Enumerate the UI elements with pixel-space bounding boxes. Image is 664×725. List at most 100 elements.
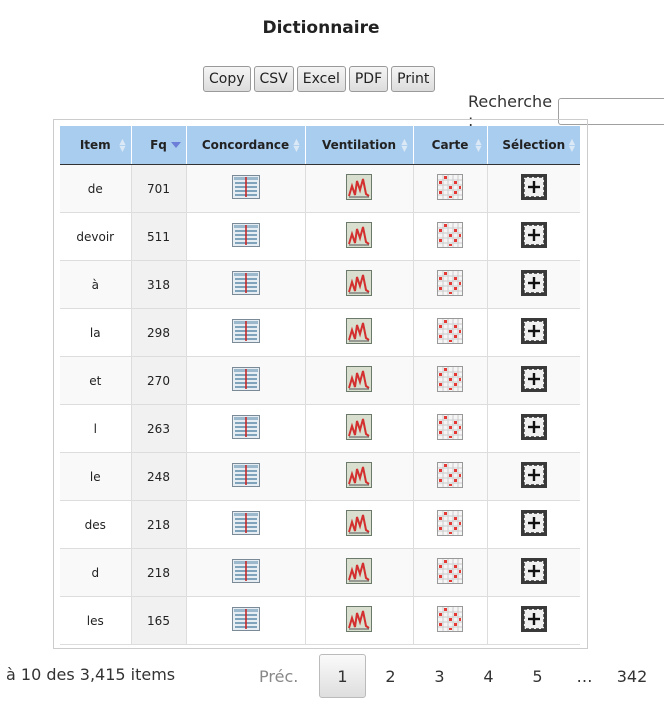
ventilation-icon[interactable]: [346, 414, 372, 443]
page-last-button[interactable]: 342: [607, 654, 657, 698]
concordance-cell: [186, 260, 306, 309]
sort-both-icon: ▲ ▼: [568, 137, 575, 153]
carte-cell: [413, 164, 488, 213]
concordance-icon[interactable]: [231, 463, 260, 490]
carte-cell: [413, 404, 488, 453]
previous-page-button[interactable]: Préc.: [259, 654, 319, 698]
frequency-cell: 218: [131, 548, 187, 597]
concordance-icon[interactable]: [231, 511, 260, 538]
sort-both-icon: ▲ ▼: [293, 137, 300, 153]
item-cell[interactable]: devoir: [60, 212, 132, 261]
carte-icon[interactable]: [437, 510, 463, 539]
table-row: l 263: [60, 404, 580, 453]
pdf-button[interactable]: PDF: [348, 66, 389, 92]
ventilation-cell: [305, 212, 414, 261]
ventilation-icon[interactable]: [346, 462, 372, 491]
ventilation-icon[interactable]: [346, 318, 372, 347]
selection-cell: [487, 260, 580, 309]
frequency-cell: 270: [131, 356, 187, 405]
dictionary-table: Item ▲ ▼ Fq Concordance ▲ ▼ Ventilation ▲ ▼ Ca…: [60, 126, 580, 645]
ventilation-icon[interactable]: [346, 270, 372, 299]
selection-add-icon[interactable]: [520, 558, 547, 587]
concordance-icon[interactable]: [231, 415, 260, 442]
concordance-icon[interactable]: [231, 607, 260, 634]
column-header-carte[interactable]: Carte ▲ ▼: [413, 126, 488, 165]
pagination-ellipsis: …: [576, 666, 593, 686]
table-row: les 165: [60, 596, 580, 645]
concordance-cell: [186, 500, 306, 549]
page-5-button[interactable]: 5: [513, 654, 562, 698]
item-cell[interactable]: d: [60, 548, 132, 597]
selection-add-icon[interactable]: [520, 414, 547, 443]
carte-icon[interactable]: [437, 414, 463, 443]
csv-button[interactable]: CSV: [253, 66, 294, 92]
column-header-fq[interactable]: Fq: [131, 126, 187, 165]
carte-icon[interactable]: [437, 558, 463, 587]
carte-icon[interactable]: [437, 318, 463, 347]
ventilation-icon[interactable]: [346, 558, 372, 587]
selection-add-icon[interactable]: [520, 318, 547, 347]
selection-add-icon[interactable]: [520, 222, 547, 251]
carte-cell: [413, 596, 488, 645]
ventilation-cell: [305, 596, 414, 645]
concordance-icon[interactable]: [231, 367, 260, 394]
item-cell[interactable]: à: [60, 260, 132, 309]
selection-add-icon[interactable]: [520, 606, 547, 635]
item-cell[interactable]: l: [60, 404, 132, 453]
page-3-button[interactable]: 3: [415, 654, 464, 698]
table-header-row: Item ▲ ▼ Fq Concordance ▲ ▼ Ventilation ▲ ▼ Ca…: [60, 126, 580, 165]
column-header-concordance[interactable]: Concordance ▲ ▼: [186, 126, 306, 165]
carte-icon[interactable]: [437, 606, 463, 635]
table-row: à 318: [60, 260, 580, 309]
concordance-cell: [186, 308, 306, 357]
ventilation-icon[interactable]: [346, 366, 372, 395]
selection-add-icon[interactable]: [520, 174, 547, 203]
ventilation-icon[interactable]: [346, 606, 372, 635]
carte-icon[interactable]: [437, 270, 463, 299]
concordance-icon[interactable]: [231, 319, 260, 346]
ventilation-icon[interactable]: [346, 510, 372, 539]
ventilation-icon[interactable]: [346, 222, 372, 251]
concordance-icon[interactable]: [231, 223, 260, 250]
ventilation-icon[interactable]: [346, 174, 372, 203]
item-cell[interactable]: des: [60, 500, 132, 549]
item-cell[interactable]: de: [60, 164, 132, 213]
selection-add-icon[interactable]: [520, 366, 547, 395]
ventilation-cell: [305, 500, 414, 549]
excel-button[interactable]: Excel: [296, 66, 346, 92]
table-row: d 218: [60, 548, 580, 597]
concordance-icon[interactable]: [231, 175, 260, 202]
frequency-cell: 701: [131, 164, 187, 213]
concordance-icon[interactable]: [231, 559, 260, 586]
carte-icon[interactable]: [437, 462, 463, 491]
concordance-cell: [186, 356, 306, 405]
copy-button[interactable]: Copy: [203, 66, 251, 92]
carte-icon[interactable]: [437, 174, 463, 203]
column-header-item[interactable]: Item ▲ ▼: [60, 126, 132, 165]
ventilation-cell: [305, 356, 414, 405]
carte-icon[interactable]: [437, 222, 463, 251]
concordance-cell: [186, 212, 306, 261]
carte-icon[interactable]: [437, 366, 463, 395]
column-header-ventilation[interactable]: Ventilation ▲ ▼: [305, 126, 414, 165]
frequency-cell: 263: [131, 404, 187, 453]
frequency-cell: 218: [131, 500, 187, 549]
column-header-selection[interactable]: Sélection ▲ ▼: [487, 126, 580, 165]
frequency-cell: 165: [131, 596, 187, 645]
page-1-button[interactable]: 1: [319, 654, 366, 698]
selection-cell: [487, 596, 580, 645]
concordance-cell: [186, 548, 306, 597]
page-4-button[interactable]: 4: [464, 654, 513, 698]
concordance-icon[interactable]: [231, 271, 260, 298]
selection-add-icon[interactable]: [520, 462, 547, 491]
selection-add-icon[interactable]: [520, 510, 547, 539]
page-2-button[interactable]: 2: [366, 654, 415, 698]
item-cell[interactable]: et: [60, 356, 132, 405]
print-button[interactable]: Print: [391, 66, 436, 92]
item-cell[interactable]: les: [60, 596, 132, 645]
item-cell[interactable]: le: [60, 452, 132, 501]
item-cell[interactable]: la: [60, 308, 132, 357]
selection-add-icon[interactable]: [520, 270, 547, 299]
ventilation-cell: [305, 308, 414, 357]
carte-cell: [413, 212, 488, 261]
